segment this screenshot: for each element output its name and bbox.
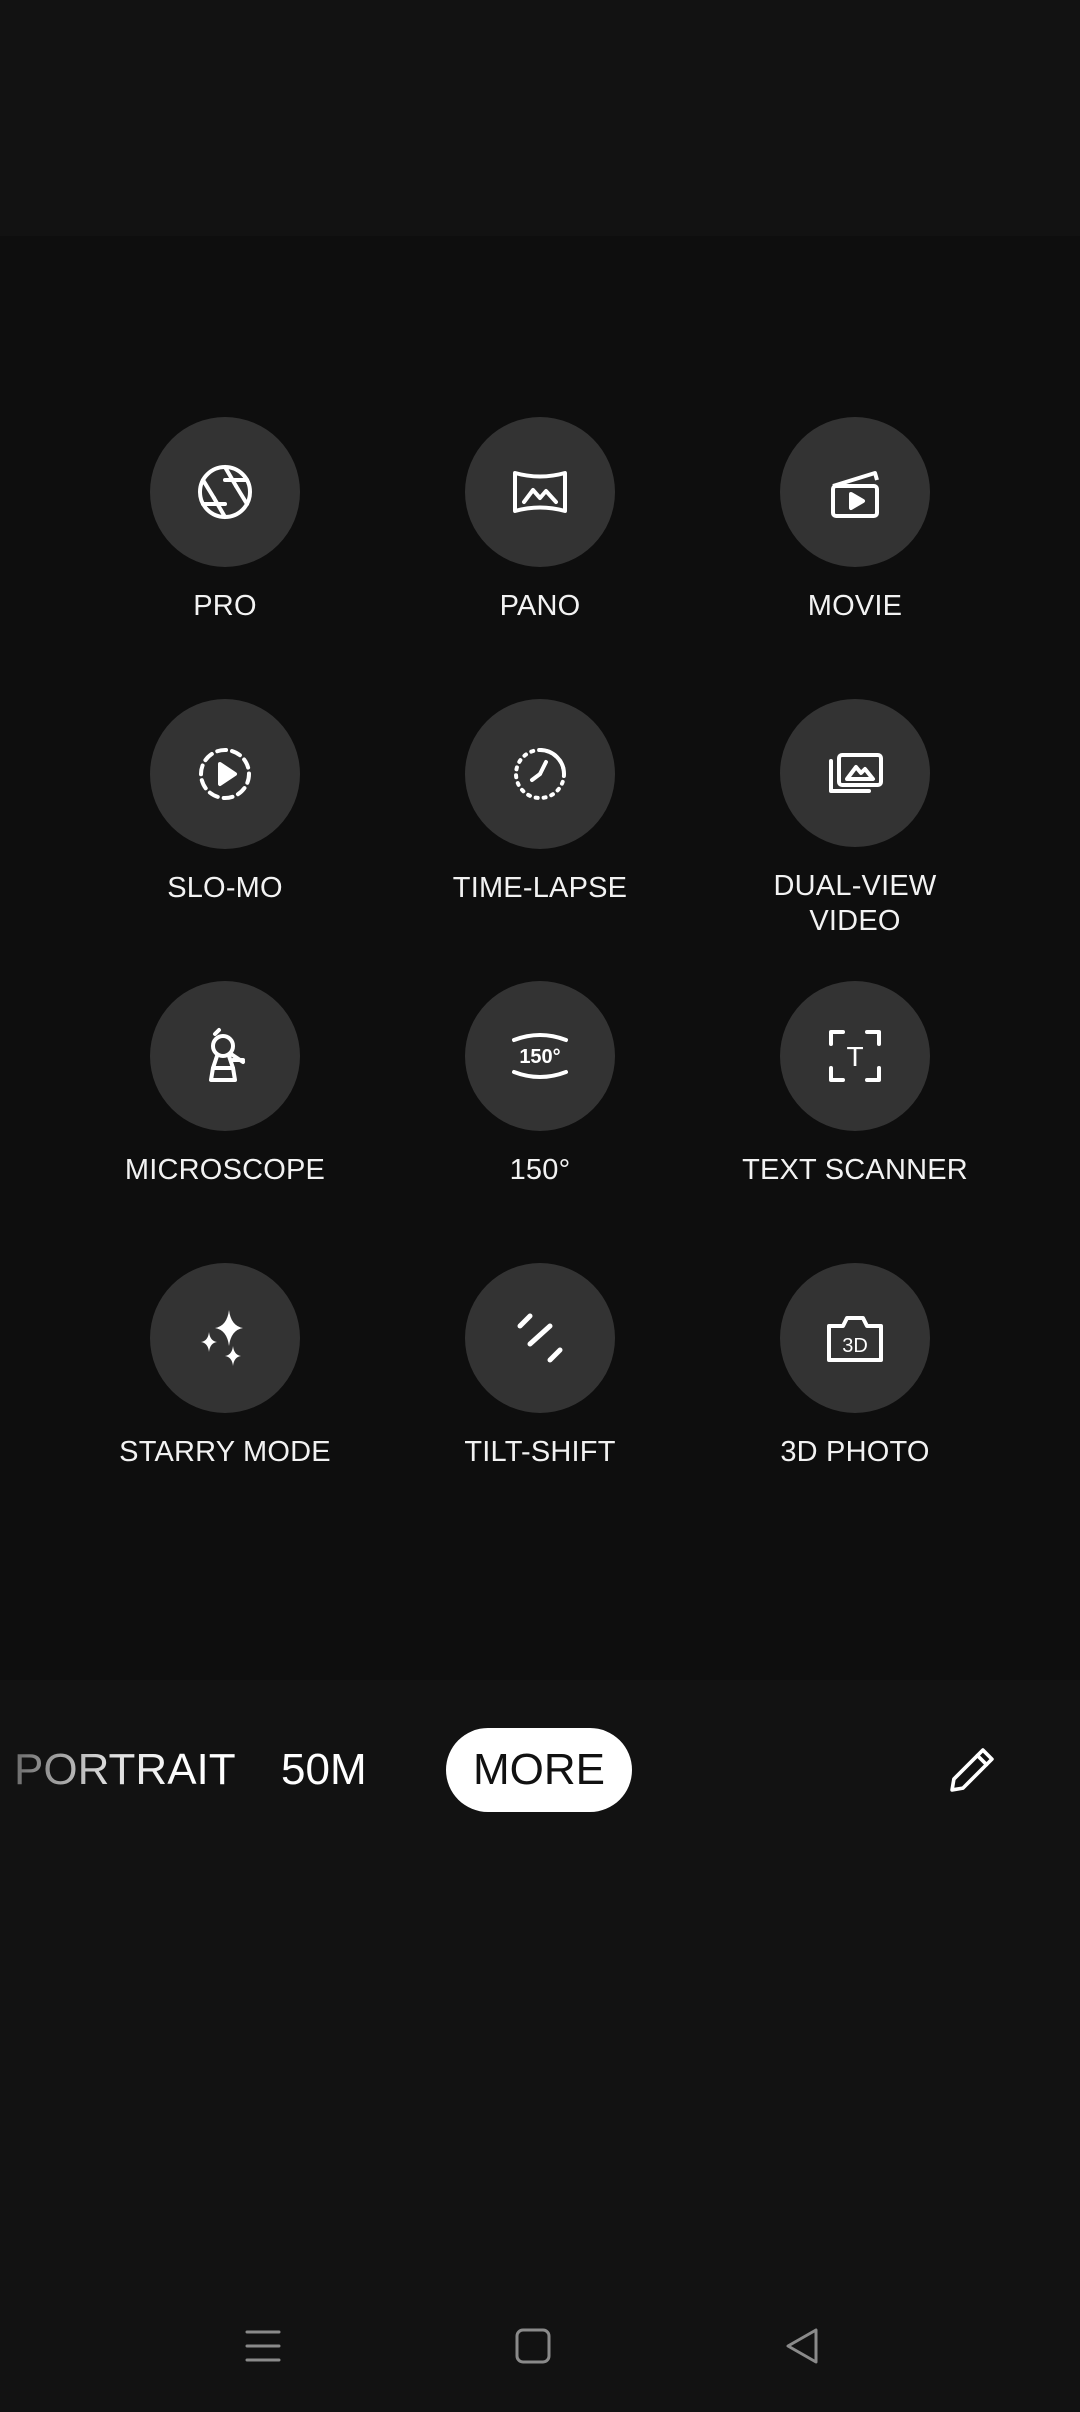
mode-slo-mo-label: SLO-MO [167, 872, 283, 904]
mode-dual-view-video-button[interactable] [780, 699, 930, 847]
mode-pano-label: PANO [499, 590, 581, 622]
dual-view-icon [829, 753, 883, 793]
menu-icon [245, 2330, 281, 2362]
mode-pro-label: PRO [193, 590, 257, 622]
recent-apps-button[interactable] [231, 2314, 295, 2378]
text-scanner-icon: T [829, 1030, 881, 1082]
mode-3d-photo-button[interactable]: 3D [780, 1263, 930, 1413]
mode-3d-photo-label: 3D PHOTO [780, 1436, 930, 1468]
mode-movie[interactable]: MOVIE [695, 417, 1015, 657]
mode-tab-50m[interactable]: 50M [281, 1728, 367, 1812]
slow-motion-icon [199, 748, 251, 800]
svg-text:3D: 3D [842, 1335, 868, 1357]
mode-tilt-shift[interactable]: TILT-SHIFT [380, 1263, 700, 1503]
mode-text-scanner[interactable]: T TEXT SCANNER [695, 981, 1015, 1221]
mode-pano-button[interactable] [465, 417, 615, 567]
aperture-icon [198, 465, 252, 519]
edit-modes-button[interactable] [940, 1738, 1004, 1802]
mode-text-scanner-button[interactable]: T [780, 981, 930, 1131]
mode-microscope-label: MICROSCOPE [124, 1154, 326, 1186]
mode-slo-mo[interactable]: SLO-MO [65, 699, 385, 939]
mode-pro[interactable]: PRO [65, 417, 385, 657]
mode-tab-more[interactable]: MORE [446, 1728, 632, 1812]
mode-microscope[interactable]: MICROSCOPE [65, 981, 385, 1221]
svg-text:T: T [846, 1041, 863, 1072]
home-button[interactable] [501, 2314, 565, 2378]
mode-150-degree-label: 150° [509, 1154, 571, 1186]
tilt-shift-icon [517, 1313, 563, 1363]
mode-starry-button[interactable] [150, 1263, 300, 1413]
time-lapse-icon [514, 748, 566, 800]
mode-movie-button[interactable] [780, 417, 930, 567]
pencil-icon [950, 1748, 994, 1792]
camera-more-modes-screen: PRO PANO MOVIE SLO-MO TIME-LAPSE DUAL-VI… [0, 0, 1080, 2412]
more-modes-panel: PRO PANO MOVIE SLO-MO TIME-LAPSE DUAL-VI… [0, 236, 1080, 1680]
mode-time-lapse-button[interactable] [465, 699, 615, 849]
mode-3d-photo[interactable]: 3D 3D PHOTO [695, 1263, 1015, 1503]
mode-pro-button[interactable] [150, 417, 300, 567]
mode-slo-mo-button[interactable] [150, 699, 300, 849]
mode-dual-view-video[interactable]: DUAL-VIEW VIDEO [695, 699, 1015, 939]
camera-3d-icon: 3D [827, 1316, 883, 1362]
mode-tilt-shift-button[interactable] [465, 1263, 615, 1413]
panorama-icon [513, 471, 567, 513]
mode-starry[interactable]: STARRY MODE [65, 1263, 385, 1503]
mode-150-degree[interactable]: 150° 150° [380, 981, 700, 1221]
mode-tilt-shift-label: TILT-SHIFT [464, 1436, 616, 1468]
wide-angle-150-icon: 150° [512, 1033, 568, 1079]
svg-text:150°: 150° [519, 1046, 560, 1068]
mode-150-degree-button[interactable]: 150° [465, 981, 615, 1131]
back-button[interactable] [770, 2314, 834, 2378]
mode-time-lapse[interactable]: TIME-LAPSE [380, 699, 700, 939]
mode-pano[interactable]: PANO [380, 417, 700, 657]
mode-starry-label: STARRY MODE [119, 1436, 331, 1468]
home-square-icon [515, 2328, 551, 2364]
mode-tab-portrait[interactable]: PORTRAIT [14, 1728, 236, 1812]
microscope-icon [209, 1028, 245, 1082]
mode-text-scanner-label: TEXT SCANNER [742, 1154, 968, 1186]
back-triangle-icon [786, 2328, 818, 2364]
mode-dual-view-video-label: DUAL-VIEW VIDEO [773, 870, 937, 937]
mode-movie-label: MOVIE [807, 590, 903, 622]
sparkles-icon [201, 1310, 243, 1366]
mode-time-lapse-label: TIME-LAPSE [452, 872, 628, 904]
mode-microscope-button[interactable] [150, 981, 300, 1131]
clapperboard-icon [831, 471, 879, 518]
